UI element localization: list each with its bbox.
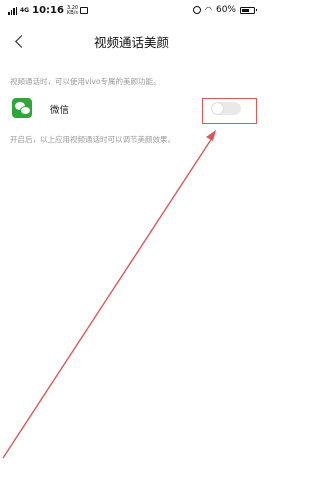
annotation-arrow xyxy=(2,130,216,459)
